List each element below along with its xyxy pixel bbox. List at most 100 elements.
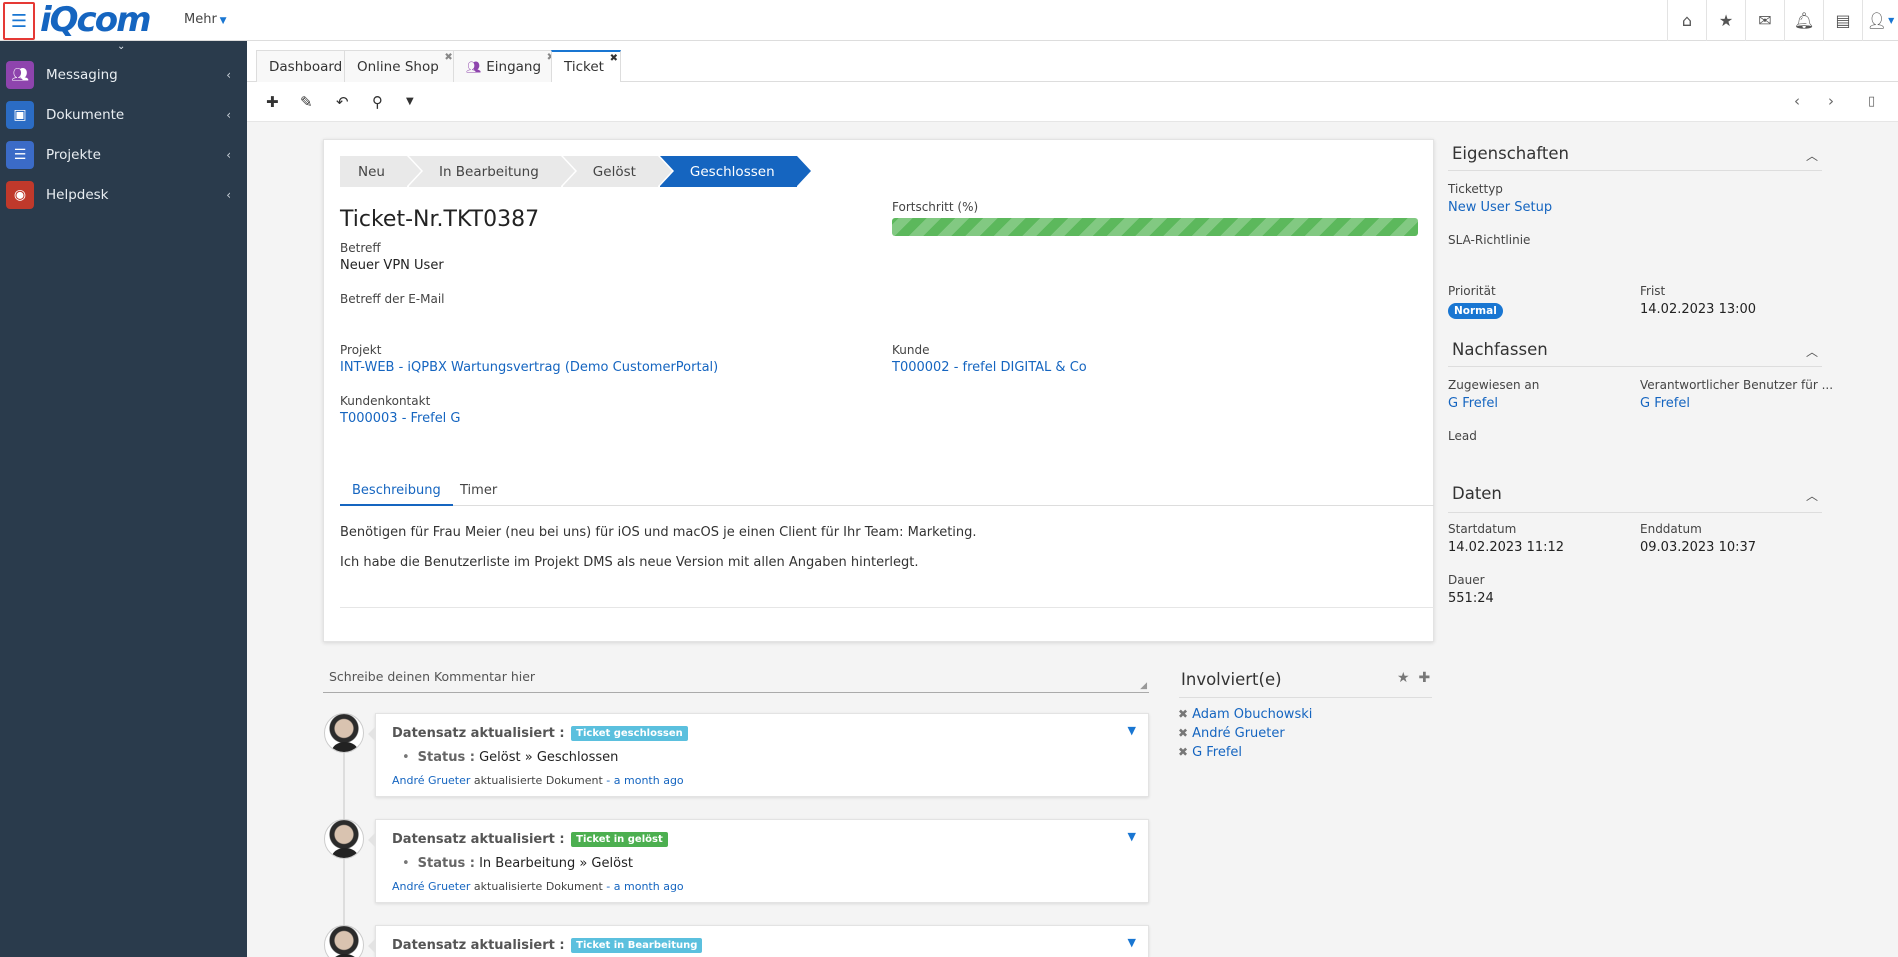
- star-icon[interactable]: ★: [1706, 0, 1745, 41]
- tab-online-shop[interactable]: Online Shop ✖: [344, 50, 456, 82]
- betreff-label: Betreff: [340, 241, 381, 255]
- add-icon[interactable]: ✚: [266, 93, 279, 111]
- ticket-title: Ticket-Nr.TKT0387: [340, 207, 540, 232]
- resize-handle-icon[interactable]: ◢: [1140, 681, 1147, 691]
- responsible-label: Verantwortlicher Benutzer für ...: [1640, 378, 1834, 392]
- book-icon[interactable]: ▤: [1823, 0, 1862, 41]
- caret-down-icon[interactable]: ▼: [406, 96, 414, 107]
- lifebuoy-icon: ◉: [6, 181, 34, 209]
- home-icon[interactable]: ⌂: [1667, 0, 1706, 41]
- caret-down-icon[interactable]: ▼: [1128, 936, 1136, 949]
- chevron-left-icon[interactable]: ‹: [1794, 92, 1800, 110]
- author-link[interactable]: André Grueter: [392, 880, 470, 893]
- comment-input[interactable]: Schreibe deinen Kommentar hier ◢: [323, 666, 1149, 693]
- close-icon[interactable]: ✖: [610, 53, 618, 64]
- kunde-label: Kunde: [892, 343, 930, 357]
- ticket-card: Neu In Bearbeitung Gelöst Geschlossen Ti…: [323, 139, 1434, 642]
- projekt-link[interactable]: INT-WEB - iQPBX Wartungsvertrag (Demo Cu…: [340, 360, 718, 375]
- tab-beschreibung[interactable]: Beschreibung: [340, 483, 453, 506]
- tasks-icon: ☰: [6, 141, 34, 169]
- users-icon: 👥︎: [466, 59, 482, 74]
- tab-dashboard[interactable]: Dashboard: [256, 50, 356, 82]
- timeline-entry: Datensatz aktualisiert : Ticket geschlos…: [368, 713, 1149, 797]
- stage-geschlossen[interactable]: Geschlossen: [659, 156, 813, 187]
- caret-down-icon[interactable]: ▼: [1128, 724, 1136, 737]
- sidebar-item-helpdesk[interactable]: ◉ Helpdesk ‹: [0, 177, 247, 213]
- caret-down-icon[interactable]: ▼: [1128, 830, 1136, 843]
- description-line: Benötigen für Frau Meier (neu bei uns) f…: [340, 525, 977, 540]
- frist-label: Frist: [1640, 284, 1666, 298]
- stage-bar: Neu In Bearbeitung Gelöst Geschlossen: [340, 156, 813, 187]
- end-value: 09.03.2023 10:37: [1640, 540, 1757, 555]
- chevron-down-icon[interactable]: ⌄: [117, 41, 125, 52]
- email-betreff-label: Betreff der E-Mail: [340, 292, 445, 306]
- tab-timer[interactable]: Timer: [460, 483, 497, 498]
- kunde-link[interactable]: T000002 - frefel DIGITAL & Co: [892, 360, 1087, 375]
- assigned-link[interactable]: G Frefel: [1448, 396, 1498, 411]
- assigned-label: Zugewiesen an: [1448, 378, 1540, 392]
- star-icon[interactable]: ★: [1397, 670, 1410, 686]
- stage-neu[interactable]: Neu: [340, 156, 423, 187]
- toolbar: ✚ ✎ ↶ ⚲ ▼ ‹ › ▯: [247, 82, 1898, 122]
- tickettyp-link[interactable]: New User Setup: [1448, 200, 1552, 215]
- chevron-right-icon[interactable]: ›: [1828, 92, 1834, 110]
- app-logo[interactable]: iQcom: [40, 0, 151, 40]
- top-bar: ☰ iQcom Mehr ▼ ⌂ ★ ✉ 🔔︎ ▤ 👤︎ ▼: [0, 0, 1898, 41]
- reply-icon[interactable]: ↶: [336, 93, 349, 111]
- sidebar-item-dokumente[interactable]: ▣ Dokumente ‹: [0, 97, 247, 133]
- chevron-left-icon: ‹: [226, 108, 231, 122]
- tab-ticket[interactable]: Ticket ✖: [551, 50, 621, 82]
- chevron-up-icon[interactable]: ︿: [1806, 343, 1818, 360]
- stage-geloest[interactable]: Gelöst: [562, 156, 675, 187]
- responsible-link[interactable]: G Frefel: [1640, 396, 1690, 411]
- sidebar-item-label: Projekte: [46, 147, 101, 163]
- sidebar-item-label: Helpdesk: [46, 187, 109, 203]
- divider: [1448, 366, 1822, 367]
- sidebar-item-projekte[interactable]: ☰ Projekte ‹: [0, 137, 247, 173]
- close-icon[interactable]: ✖: [444, 52, 452, 63]
- frist-value: 14.02.2023 13:00: [1640, 302, 1757, 317]
- avatar: [324, 819, 364, 859]
- description-line: Ich habe die Benutzerliste im Projekt DM…: [340, 555, 919, 570]
- chevron-up-icon[interactable]: ︿: [1806, 147, 1818, 164]
- paperclip-icon[interactable]: ⚲: [372, 93, 383, 111]
- progress-fill: [892, 218, 1418, 236]
- avatar: [324, 925, 364, 957]
- kontakt-link[interactable]: T000003 - Frefel G: [340, 411, 461, 426]
- involved-title: Involviert(e): [1181, 670, 1282, 689]
- hamburger-icon: ☰: [10, 10, 28, 32]
- remove-icon[interactable]: ✖: [1178, 745, 1188, 759]
- sidebar-item-label: Dokumente: [46, 107, 125, 123]
- tickettyp-label: Tickettyp: [1448, 182, 1503, 196]
- kontakt-label: Kundenkontakt: [340, 394, 431, 408]
- user-icon[interactable]: 👤︎ ▼: [1862, 0, 1898, 41]
- author-link[interactable]: André Grueter: [392, 774, 470, 787]
- status-badge: Ticket in gelöst: [571, 832, 668, 847]
- hamburger-menu-button[interactable]: ☰: [3, 2, 35, 40]
- remove-icon[interactable]: ✖: [1178, 707, 1188, 721]
- envelope-icon[interactable]: ✉: [1745, 0, 1784, 41]
- stage-in-bearbeitung[interactable]: In Bearbeitung: [408, 156, 577, 187]
- sidebar-item-messaging[interactable]: 👥︎ Messaging ‹: [0, 57, 247, 93]
- tab-eingang[interactable]: 👥︎Eingang✖: [453, 50, 559, 82]
- document-icon[interactable]: ▯: [1868, 94, 1875, 109]
- divider: [1448, 512, 1822, 513]
- archive-icon: ▣: [6, 101, 34, 129]
- time-link[interactable]: - a month ago: [606, 774, 683, 787]
- bell-icon[interactable]: 🔔︎: [1784, 0, 1823, 41]
- more-menu[interactable]: Mehr ▼: [184, 12, 227, 27]
- remove-icon[interactable]: ✖: [1178, 726, 1188, 740]
- involved-person: ✖ André Grueter: [1178, 726, 1285, 741]
- chevron-left-icon: ‹: [226, 68, 231, 82]
- chevron-left-icon: ‹: [226, 148, 231, 162]
- timeline-entry: Datensatz aktualisiert : Ticket in gelös…: [368, 819, 1149, 903]
- chevron-up-icon[interactable]: ︿: [1806, 487, 1818, 504]
- tab-bar: Dashboard Online Shop✖ 👥︎Eingang✖ Ticket…: [247, 41, 1898, 82]
- pencil-icon[interactable]: ✎: [300, 93, 313, 111]
- add-icon[interactable]: ✚: [1418, 670, 1430, 686]
- avatar: [324, 713, 364, 753]
- caret-down-icon: ▼: [216, 16, 227, 26]
- divider: [1179, 697, 1432, 698]
- time-link[interactable]: - a month ago: [606, 880, 683, 893]
- users-icon: 👥︎: [6, 61, 34, 89]
